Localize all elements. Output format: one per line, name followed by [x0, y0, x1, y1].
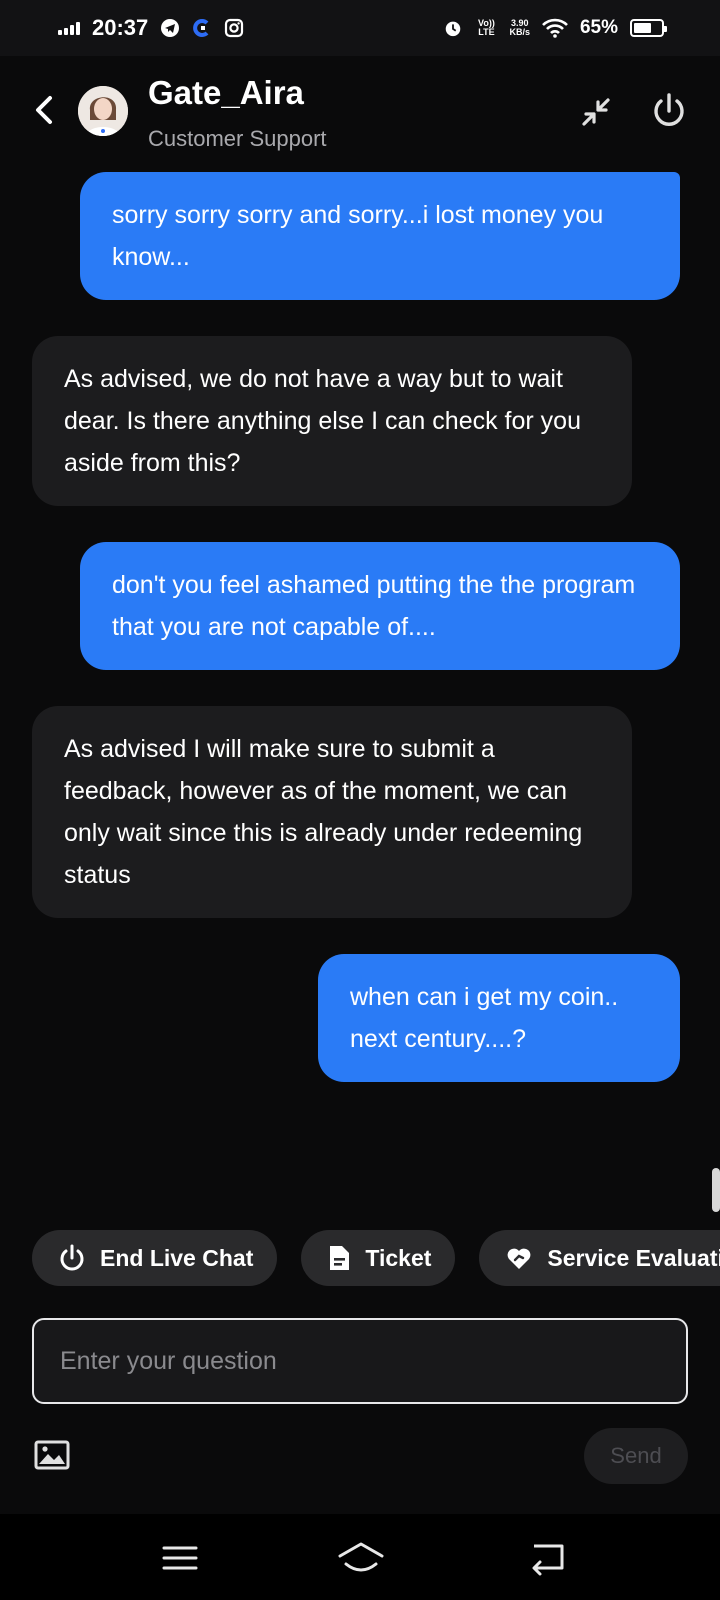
scrollbar-thumb[interactable]	[712, 1168, 720, 1212]
volte-icon: Vo)) LTE	[478, 18, 495, 37]
minimize-button[interactable]	[578, 94, 614, 130]
back-nav-button[interactable]	[528, 1538, 568, 1578]
heart-hand-icon	[508, 1248, 531, 1269]
image-icon	[34, 1440, 70, 1470]
chat-messages[interactable]: sorry sorry sorry and sorry...i lost mon…	[0, 168, 720, 1208]
ticket-button[interactable]: Ticket	[301, 1230, 456, 1286]
agent-message: As advised, we do not have a way but to …	[32, 336, 632, 506]
instagram-icon	[224, 18, 244, 38]
home-icon	[338, 1542, 384, 1572]
home-button[interactable]	[336, 1538, 386, 1578]
menu-icon	[162, 1546, 198, 1570]
agent-message: As advised I will make sure to submit a …	[32, 706, 632, 918]
system-nav-bar	[0, 1514, 720, 1600]
service-evaluation-button[interactable]: Service Evaluati	[479, 1230, 720, 1286]
avatar	[78, 86, 128, 136]
image-upload-button[interactable]	[34, 1440, 70, 1470]
service-evaluation-label: Service Evaluati	[547, 1244, 720, 1271]
alarm-icon	[443, 18, 463, 38]
end-live-chat-label: End Live Chat	[100, 1244, 254, 1271]
status-bar: 20:37 Vo)) LTE 3.90 KB/s 65%	[0, 0, 720, 56]
back-icon	[36, 96, 52, 124]
chat-title: Gate_Aira	[148, 74, 304, 111]
user-message: when can i get my coin.. next century...…	[318, 954, 680, 1082]
send-button[interactable]: Send	[584, 1428, 688, 1484]
question-input-box[interactable]	[32, 1318, 688, 1404]
battery-percentage: 65%	[579, 17, 618, 38]
chat-header: Gate_Aira Customer Support	[0, 56, 720, 168]
back-nav-icon	[532, 1544, 564, 1576]
menu-button[interactable]	[160, 1538, 200, 1578]
user-message: don't you feel ashamed putting the the p…	[80, 542, 680, 670]
network-speed-unit: KB/s	[509, 27, 530, 37]
chat-subtitle: Customer Support	[148, 126, 327, 151]
telegram-icon	[160, 18, 180, 38]
wifi-icon	[542, 18, 568, 38]
battery-icon	[630, 19, 667, 37]
end-live-chat-button[interactable]: End Live Chat	[32, 1230, 278, 1286]
quick-actions: End Live Chat Ticket Service Evaluati	[32, 1230, 720, 1286]
document-icon	[330, 1246, 350, 1270]
network-speed: 3.90 KB/s	[509, 19, 530, 37]
minimize-icon	[582, 98, 610, 126]
power-button[interactable]	[650, 92, 688, 130]
signal-icon	[58, 21, 80, 35]
ticket-label: Ticket	[365, 1244, 432, 1271]
power-icon	[60, 1244, 84, 1271]
power-icon	[654, 93, 684, 126]
question-input[interactable]	[60, 1346, 660, 1376]
user-message: sorry sorry sorry and sorry...i lost mon…	[80, 172, 680, 300]
status-time: 20:37	[92, 15, 149, 40]
back-button[interactable]	[30, 92, 60, 128]
battery-level	[634, 23, 651, 33]
app-c-icon	[192, 18, 212, 38]
